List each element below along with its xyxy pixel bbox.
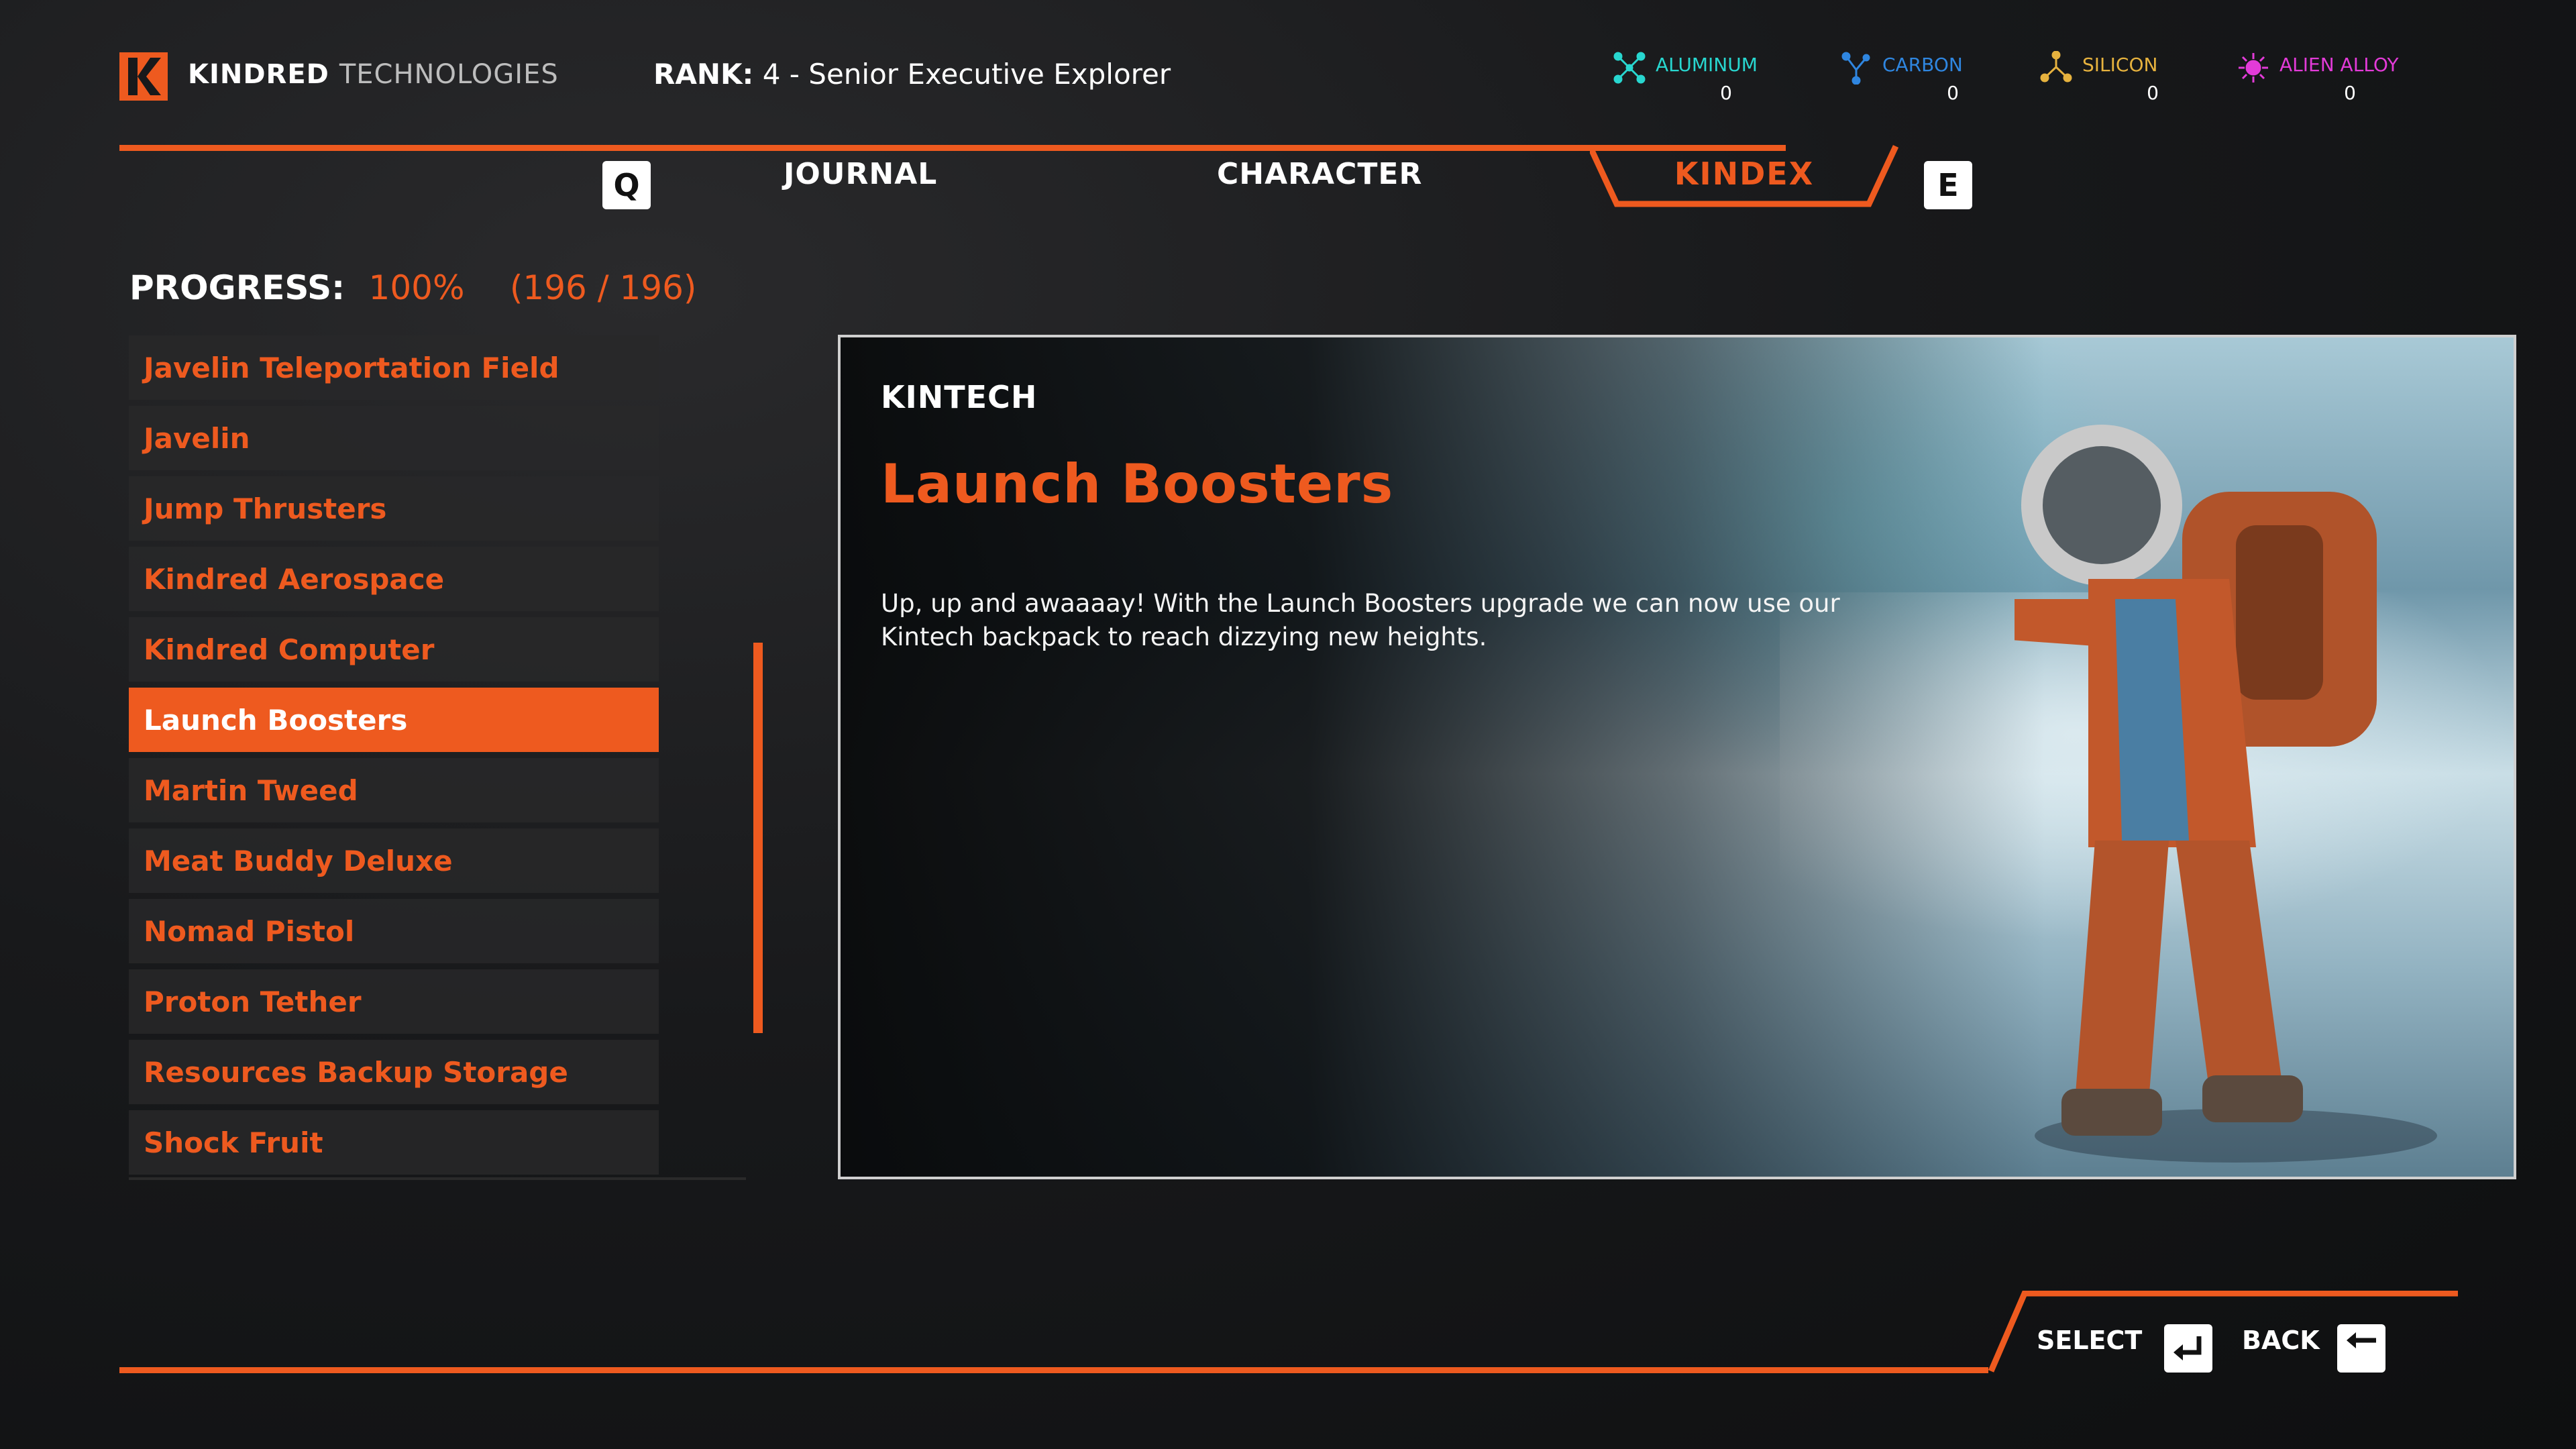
silicon-icon — [2040, 51, 2072, 83]
back-label: BACK — [2242, 1326, 2320, 1355]
back-key-button[interactable] — [2337, 1324, 2385, 1373]
resource-name: ALIEN ALLOY — [2279, 54, 2399, 76]
list-item-resources-backup-storage[interactable]: Resources Backup Storage — [129, 1040, 659, 1104]
brand-name: KINDRED TECHNOLOGIES — [188, 59, 559, 90]
list-item-javelin-teleportation-field[interactable]: Javelin Teleportation Field — [129, 335, 659, 400]
brand-primary: KINDRED — [188, 59, 329, 90]
carbon-icon — [1841, 52, 1870, 85]
resource-silicon: SILICON 0 — [2039, 50, 2241, 110]
next-tab-key-e[interactable]: E — [1924, 161, 1972, 209]
progress-label: PROGRESS: — [129, 268, 345, 307]
aluminum-icon — [1613, 52, 1646, 84]
resource-carbon: CARBON 0 — [1839, 50, 2041, 110]
rank-label: RANK: — [653, 58, 754, 91]
select-key-button[interactable] — [2164, 1324, 2212, 1373]
resource-aluminum: ALUMINUM 0 — [1613, 50, 1814, 110]
resource-count: 0 — [1720, 82, 1732, 104]
rank-value: 4 - Senior Executive Explorer — [762, 58, 1171, 91]
tab-kindex[interactable]: KINDEX — [1590, 142, 1898, 209]
kindex-entry-list: Javelin Teleportation Field Javelin Jump… — [129, 335, 659, 1181]
progress-count: (196 / 196) — [509, 268, 697, 307]
progress-summary: PROGRESS: 100% (196 / 196) — [129, 268, 696, 307]
kindred-logo-icon — [119, 52, 168, 101]
list-item-meat-buddy-deluxe[interactable]: Meat Buddy Deluxe — [129, 828, 659, 893]
list-item-nomad-pistol[interactable]: Nomad Pistol — [129, 899, 659, 963]
entry-detail-panel: KINTECH Launch Boosters Up, up and awaaa… — [838, 335, 2516, 1179]
list-item-proton-tether[interactable]: Proton Tether — [129, 969, 659, 1034]
enter-key-icon — [2174, 1336, 2202, 1360]
tab-journal[interactable]: JOURNAL — [784, 157, 937, 191]
list-item-kindred-aerospace[interactable]: Kindred Aerospace — [129, 547, 659, 611]
entry-title: Launch Boosters — [881, 453, 1394, 515]
rank-display: RANK: 4 - Senior Executive Explorer — [653, 58, 1171, 91]
list-item-martin-tweed[interactable]: Martin Tweed — [129, 758, 659, 822]
footer-divider — [119, 1367, 1988, 1373]
resource-name: ALUMINUM — [1656, 54, 1758, 76]
list-item-launch-boosters[interactable]: Launch Boosters — [129, 688, 659, 752]
alien-alloy-icon — [2239, 53, 2268, 83]
list-item-shock-fruit[interactable]: Shock Fruit — [129, 1110, 659, 1175]
resource-count: 0 — [2147, 82, 2159, 104]
list-scrollbar[interactable] — [753, 643, 763, 1033]
resource-count: 0 — [1947, 82, 1959, 104]
resource-count: 0 — [2344, 82, 2356, 104]
resource-name: SILICON — [2082, 54, 2158, 76]
entry-description: Up, up and awaaaay! With the Launch Boos… — [881, 589, 1840, 651]
resource-alien-alloy: ALIEN ALLOY 0 — [2237, 50, 2438, 110]
tab-kindex-label: KINDEX — [1674, 156, 1815, 192]
list-item-jump-thrusters[interactable]: Jump Thrusters — [129, 476, 659, 541]
resource-name: CARBON — [1882, 54, 1963, 76]
header-divider — [119, 145, 1786, 151]
list-item-javelin[interactable]: Javelin — [129, 406, 659, 470]
list-item-kindred-computer[interactable]: Kindred Computer — [129, 617, 659, 682]
progress-percent: 100% — [368, 268, 465, 307]
tab-character[interactable]: CHARACTER — [1217, 157, 1422, 191]
astronaut-illustration — [2015, 425, 2437, 1163]
backspace-key-icon — [2347, 1332, 2376, 1348]
brand-secondary: TECHNOLOGIES — [339, 59, 559, 90]
list-bottom-divider — [129, 1177, 746, 1180]
select-label: SELECT — [2037, 1326, 2143, 1355]
prev-tab-key-q[interactable]: Q — [602, 161, 651, 209]
entry-category: KINTECH — [881, 379, 1038, 415]
